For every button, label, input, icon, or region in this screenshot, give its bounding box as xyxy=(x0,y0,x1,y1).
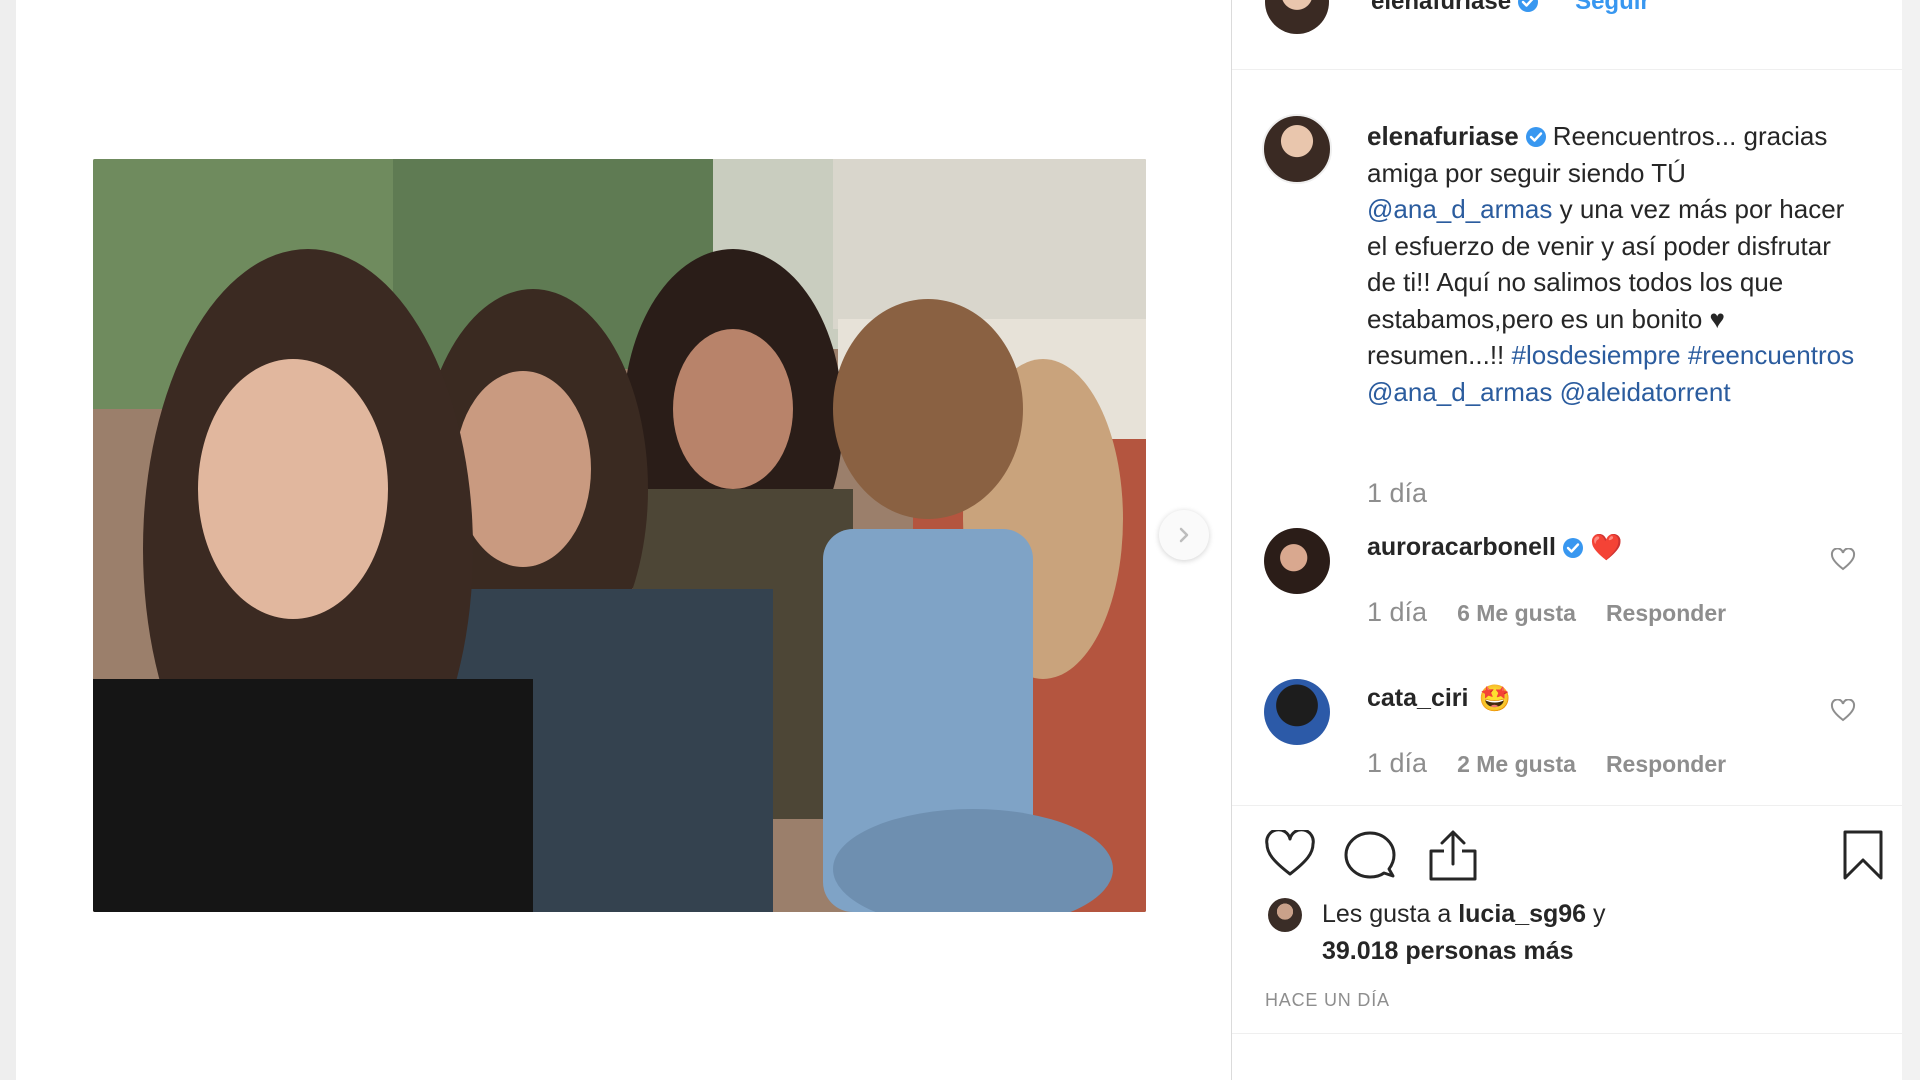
reply-button[interactable]: Responder xyxy=(1606,600,1726,627)
comment-bubble-icon[interactable] xyxy=(1344,830,1396,880)
save-bookmark-icon[interactable] xyxy=(1842,829,1884,881)
likes-joiner: y xyxy=(1593,900,1606,928)
share-icon[interactable] xyxy=(1428,828,1478,882)
verified-badge-icon xyxy=(1518,0,1539,12)
comment-time[interactable]: 1 día xyxy=(1367,597,1427,628)
panel-divider xyxy=(1231,0,1232,1080)
comment-avatar[interactable] xyxy=(1264,679,1330,745)
post-photo[interactable] xyxy=(93,159,1146,912)
like-comment-heart-icon[interactable] xyxy=(1830,699,1856,723)
mention-link[interactable]: @aleidatorrent xyxy=(1560,377,1731,407)
comment-username[interactable]: cata_ciri xyxy=(1367,684,1468,713)
comment-meta: 1 día 6 Me gusta Responder xyxy=(1367,597,1726,628)
like-comment-heart-icon[interactable] xyxy=(1830,548,1856,572)
verified-badge-icon xyxy=(1562,537,1583,558)
post-caption: elenafuriase Reencuentros... gracias amig… xyxy=(1367,118,1862,410)
comment-item: cata_ciri 🤩 xyxy=(1367,683,1511,714)
reply-button[interactable]: Responder xyxy=(1606,751,1726,778)
chevron-right-icon xyxy=(1179,527,1189,543)
liker-avatar[interactable] xyxy=(1268,898,1302,932)
author-avatar[interactable] xyxy=(1265,0,1329,34)
mention-link[interactable]: @ana_d_armas xyxy=(1367,377,1552,407)
hashtag-link[interactable]: #reencuentros xyxy=(1688,340,1854,370)
comment-username[interactable]: auroracarbonell xyxy=(1367,533,1556,562)
scrollbar-track[interactable] xyxy=(1902,0,1920,1080)
caption-avatar[interactable] xyxy=(1262,114,1332,184)
comment-time[interactable]: 1 día xyxy=(1367,748,1427,779)
author-handle[interactable]: elenafuriase xyxy=(1371,0,1511,16)
post-header: elenafuriase Seguir xyxy=(1265,0,1650,34)
next-photo-button[interactable] xyxy=(1159,510,1209,560)
likes-summary[interactable]: Les gusta a lucia_sg96 y 39.018 personas… xyxy=(1322,896,1682,970)
left-margin xyxy=(0,0,16,1080)
heart-emoji: ❤️ xyxy=(1589,532,1623,562)
comments-divider xyxy=(1232,805,1902,806)
header-divider xyxy=(1232,69,1902,70)
caption-handle[interactable]: elenafuriase xyxy=(1367,121,1519,151)
post-timestamp[interactable]: HACE UN DÍA xyxy=(1265,990,1390,1011)
hashtag-link[interactable]: #losdesiempre xyxy=(1512,340,1681,370)
comment-likes[interactable]: 2 Me gusta xyxy=(1457,751,1576,778)
verified-badge-icon xyxy=(1525,127,1546,147)
comment-likes[interactable]: 6 Me gusta xyxy=(1457,600,1576,627)
comment-meta: 1 día 2 Me gusta Responder xyxy=(1367,748,1726,779)
likes-count[interactable]: 39.018 personas más xyxy=(1322,937,1574,965)
like-heart-icon[interactable] xyxy=(1264,830,1316,878)
bottom-divider xyxy=(1232,1033,1902,1034)
mention-link[interactable]: @ana_d_armas xyxy=(1367,194,1552,224)
comment-avatar[interactable] xyxy=(1264,528,1330,594)
likes-prefix: Les gusta a xyxy=(1322,900,1452,928)
star-eyes-emoji: 🤩 xyxy=(1478,683,1511,713)
caption-time[interactable]: 1 día xyxy=(1367,478,1427,509)
comment-item: auroracarbonell ❤️ xyxy=(1367,532,1622,563)
follow-button[interactable]: Seguir xyxy=(1575,0,1650,16)
photo-illustration xyxy=(93,159,1146,912)
liker-username[interactable]: lucia_sg96 xyxy=(1458,900,1586,928)
